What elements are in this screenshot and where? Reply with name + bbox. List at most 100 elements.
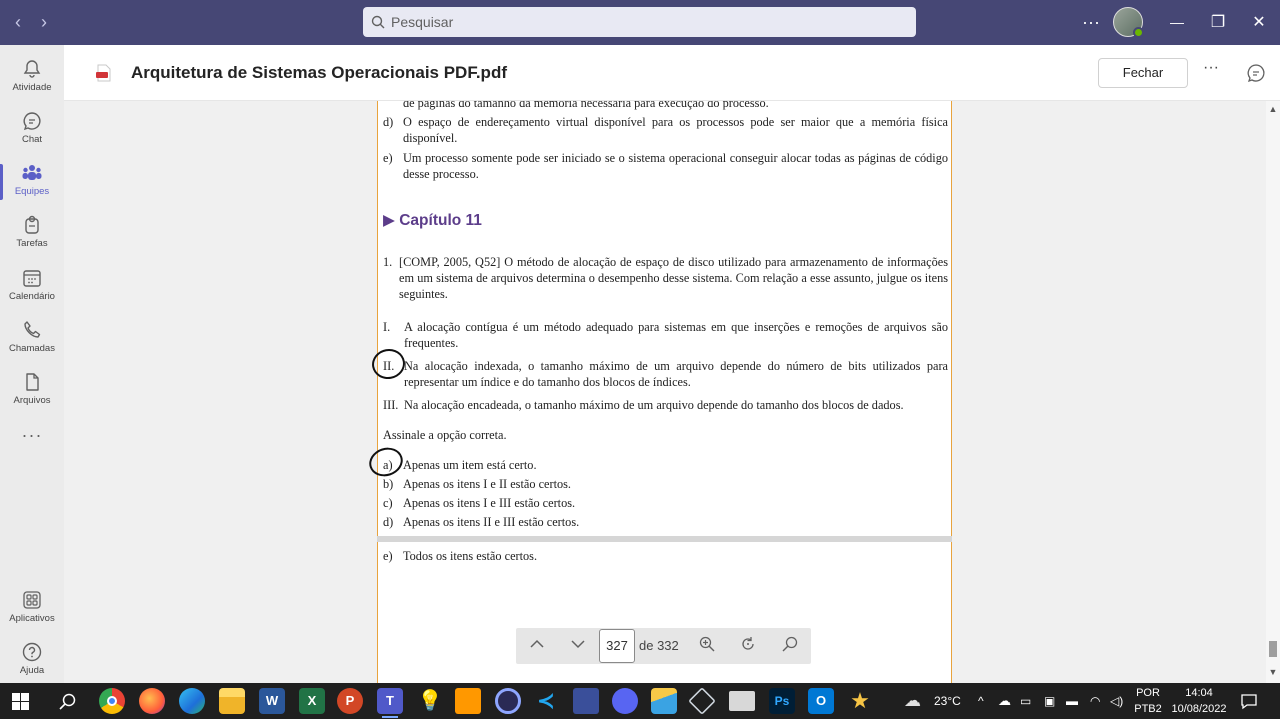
powerpoint-icon[interactable]: P (337, 688, 363, 714)
photoshop-icon[interactable]: Ps (769, 688, 795, 714)
page-total: de 332 (639, 638, 679, 653)
pdf-viewer[interactable]: de páginas do tamanho da memória necessá… (64, 101, 1266, 683)
back-arrow-icon[interactable]: ‹ (8, 12, 28, 32)
previous-page-button[interactable] (527, 636, 547, 656)
rail-label: Arquivos (13, 395, 51, 406)
rail-label: Calendário (9, 291, 55, 302)
rail-item-chamadas[interactable]: Chamadas (0, 311, 64, 363)
chapter-heading: ▶ Capítulo 11 (383, 212, 482, 229)
pdf-toolbar: 327 de 332 (516, 628, 811, 664)
firefox-icon[interactable] (139, 688, 165, 714)
teams-app-icon[interactable]: T (377, 688, 403, 718)
file-explorer-icon[interactable] (219, 688, 245, 714)
list-item: a) Apenas um item está certo. (383, 458, 537, 472)
chrome-icon[interactable] (99, 688, 125, 714)
rail-item-arquivos[interactable]: Arquivos (0, 363, 64, 415)
onedrive-icon[interactable]: ☁ (998, 683, 1011, 719)
document-title: Arquitetura de Sistemas Operacionais PDF… (131, 63, 507, 82)
rotate-icon (742, 637, 754, 650)
text-line: de páginas do tamanho da memória necessá… (403, 101, 769, 110)
weather-temperature[interactable]: 23°C (934, 683, 961, 719)
battery-icon[interactable]: ▬ (1066, 683, 1078, 719)
question: 1. [COMP, 2005, Q52] O método de alocação… (383, 255, 948, 301)
virtualbox-icon[interactable] (688, 687, 716, 715)
visual-studio-icon[interactable] (573, 688, 599, 714)
edge-icon[interactable] (179, 688, 205, 714)
search-icon[interactable] (59, 693, 76, 710)
presence-status-icon (1133, 27, 1144, 38)
list-item: c) Apenas os itens I e III estão certos. (383, 496, 576, 510)
scroll-down-icon[interactable]: ▼ (1268, 667, 1278, 677)
more-options-icon[interactable]: ··· (1080, 0, 1102, 45)
language-indicator[interactable]: POR PTB2 (1128, 685, 1168, 717)
tray-overflow-icon[interactable]: ^ (978, 683, 984, 719)
next-page-button[interactable] (568, 636, 588, 656)
notifications-icon[interactable] (1240, 692, 1258, 710)
scroll-up-icon[interactable]: ▲ (1268, 104, 1278, 114)
rail-item-equipes[interactable]: Equipes (0, 154, 64, 206)
rail-label: Aplicativos (9, 613, 55, 624)
list-item: d) O espaço de endereçamento virtual disp… (383, 115, 948, 145)
phone-icon (24, 321, 41, 338)
date: 10/08/2022 (1171, 703, 1227, 715)
forward-arrow-icon[interactable]: › (34, 12, 54, 32)
avatar[interactable] (1113, 7, 1144, 38)
outlook-icon[interactable]: O (808, 688, 834, 714)
rail-item-atividade[interactable]: Atividade (0, 50, 64, 102)
more-options-icon[interactable]: ··· (1200, 59, 1222, 77)
windows-start-icon[interactable] (12, 693, 29, 710)
search-input[interactable]: Pesquisar (363, 7, 916, 37)
vscode-icon[interactable]: ≺ (533, 688, 559, 714)
rail-item-ajuda[interactable]: Ajuda (0, 633, 64, 685)
excel-icon[interactable]: X (299, 688, 325, 714)
handwritten-circle-annotation (365, 443, 407, 481)
word-icon[interactable]: W (259, 688, 285, 714)
weather-icon[interactable]: ☁ (904, 683, 921, 719)
tips-bulb-icon[interactable]: 💡 (417, 688, 443, 714)
rail-label: Tarefas (16, 238, 48, 249)
scroll-thumb[interactable] (1269, 641, 1277, 657)
sublime-icon[interactable] (455, 688, 481, 714)
app-stripes-icon[interactable] (651, 688, 677, 714)
list-item: d) Apenas os itens II e III estão certos. (383, 515, 580, 529)
rail-item-calendario[interactable]: Calendário (0, 259, 64, 311)
list-item: III. Na alocação encadeada, o tamanho máx… (383, 398, 904, 412)
apps-icon (23, 591, 41, 609)
search-placeholder: Pesquisar (391, 14, 454, 30)
pdf-page: de páginas do tamanho da memória necessá… (365, 101, 952, 536)
rail-item-chat[interactable]: Chat (0, 102, 64, 154)
rail-item-aplicativos[interactable]: Aplicativos (0, 581, 64, 633)
close-window-button[interactable]: ✕ (1248, 0, 1270, 45)
instruction-text: Assinale a opção correta. (383, 428, 507, 442)
app-ring-icon[interactable] (495, 688, 521, 714)
rotate-button[interactable] (738, 636, 758, 656)
meet-now-icon[interactable]: ▭ (1020, 683, 1031, 719)
scrollbar[interactable]: ▲ ▼ (1266, 101, 1280, 683)
app-star-icon[interactable]: ★ (847, 688, 873, 714)
volume-icon[interactable]: ◁) (1110, 683, 1123, 719)
title-bar: ‹ › Pesquisar ··· — ❐ ✕ (0, 0, 1280, 45)
minimize-button[interactable]: — (1166, 0, 1188, 45)
clock[interactable]: 14:04 10/08/2022 (1168, 685, 1230, 717)
close-file-button[interactable]: Fechar (1098, 58, 1188, 88)
list-item: b) Apenas os itens I e II estão certos. (383, 477, 572, 491)
zoom-in-button[interactable] (697, 636, 717, 656)
search-icon (782, 636, 798, 652)
rail-item-tarefas[interactable]: Tarefas (0, 206, 64, 258)
wifi-icon[interactable]: ◠ (1090, 683, 1100, 719)
more-apps-button[interactable]: ··· (0, 425, 64, 446)
restore-button[interactable]: ❐ (1207, 0, 1229, 45)
page-number-input[interactable]: 327 (599, 629, 635, 663)
chevron-down-icon (571, 640, 585, 649)
rail-label: Equipes (14, 186, 50, 197)
pdf-file-icon (96, 64, 111, 82)
display-icon[interactable]: ▣ (1044, 683, 1055, 719)
list-item: II. Na alocação indexada, o tamanho máxim… (383, 359, 948, 389)
app-window-icon[interactable] (729, 691, 755, 711)
app-rail: Atividade Chat Equipes Tarefas Calendári… (0, 45, 64, 683)
find-button[interactable] (780, 636, 800, 656)
windows-taskbar: W X P T 💡 ≺ Ps O ★ ☁ 23°C ^ ☁ ▭ ▣ ▬ ◠ ◁)… (0, 683, 1280, 719)
conversation-icon[interactable] (1246, 63, 1266, 83)
file-icon (26, 373, 39, 391)
discord-icon[interactable] (612, 688, 638, 714)
